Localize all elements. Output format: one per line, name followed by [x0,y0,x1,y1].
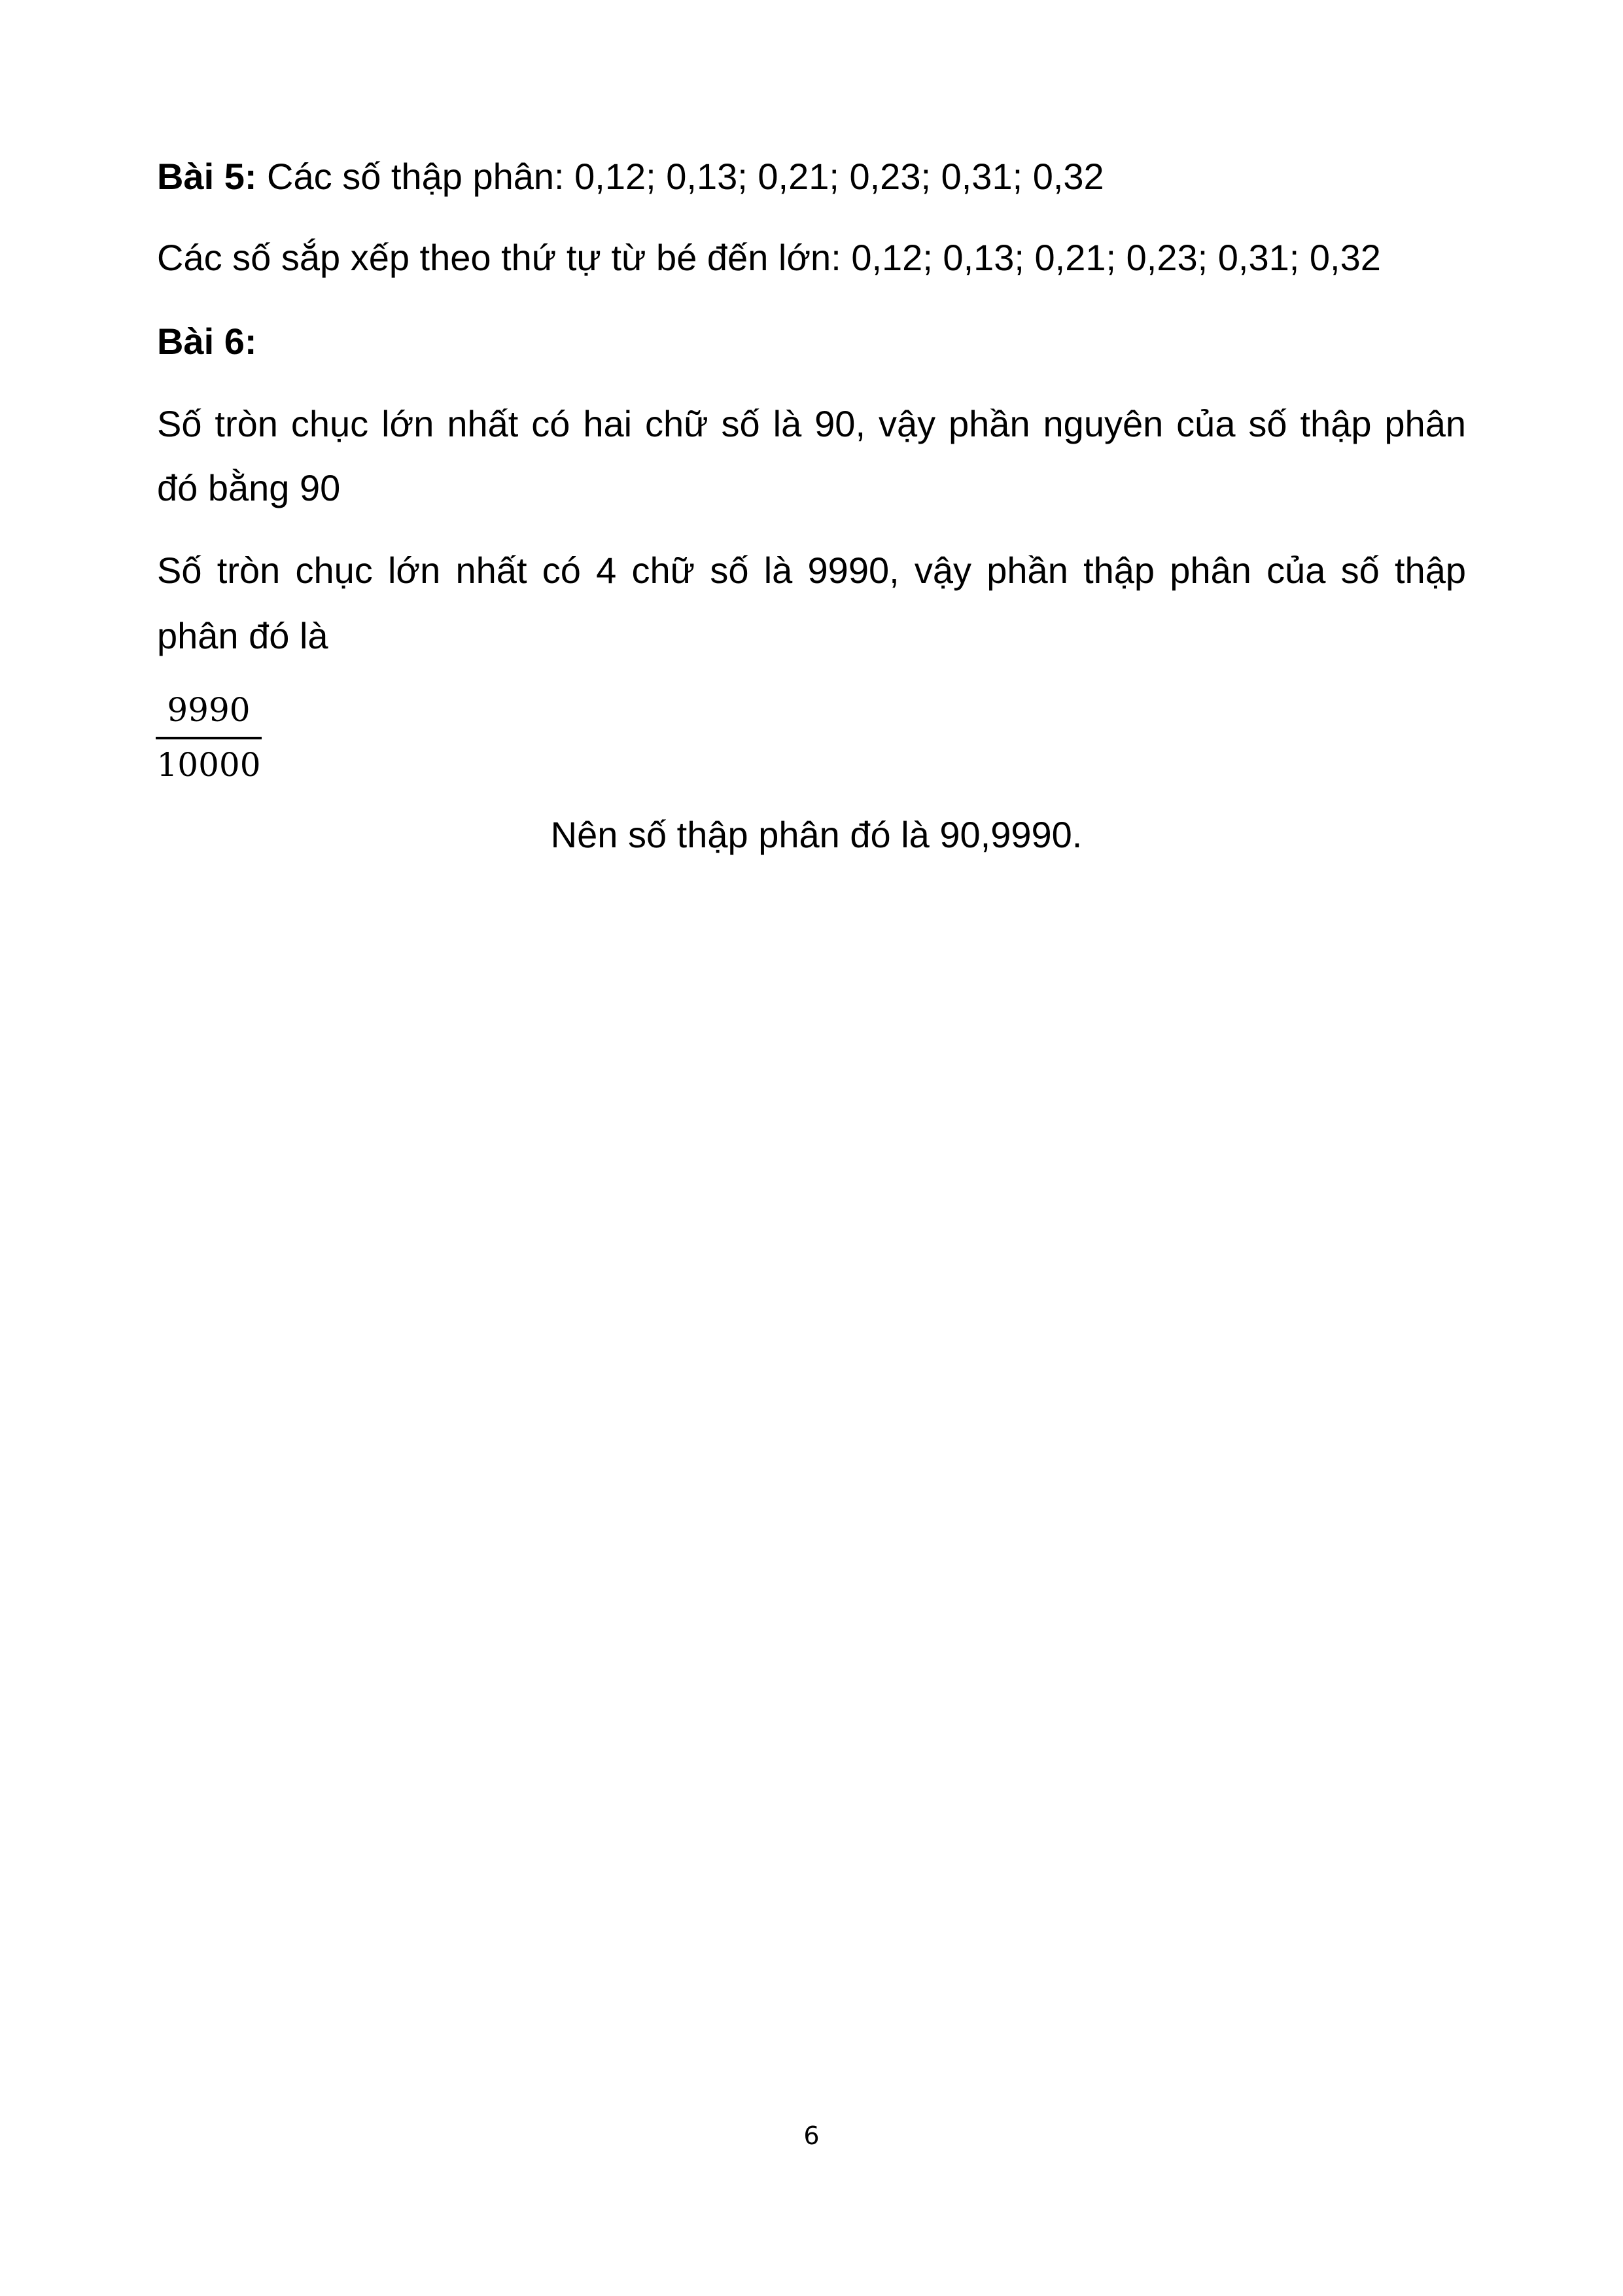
bai5-heading: Bài 5: [157,156,257,197]
bai6-heading: Bài 6: [157,319,257,363]
bai6-paragraph2-line2: phân đó là [157,615,328,656]
bai6-heading-text: Bài 6: [157,321,257,362]
fraction: 9990 10000 [156,694,262,781]
bai6-paragraph1-line2: đó bằng 90 [157,467,341,508]
bai6-paragraph2-line1: Số tròn chục lớn nhất có 4 chữ số là 999… [157,550,1466,591]
page-number: 6 [803,2121,820,2150]
fraction-denominator: 10000 [156,746,261,784]
bai5-sorted-line: Các số sắp xếp theo thứ tự từ bé đến lớn… [157,237,1381,278]
bai5-line: Bài 5: Các số thập phân: 0,12; 0,13; 0,2… [157,154,1104,198]
bai6-paragraph1-line1: Số tròn chục lớn nhất có hai chữ số là 9… [157,403,1466,444]
conclusion-text: Nên số thập phân đó là 90,9990. [550,814,1083,855]
fraction-numerator: 9990 [167,691,251,729]
bai5-text: Các số thập phân: 0,12; 0,13; 0,21; 0,23… [256,156,1104,197]
conclusion-line: Nên số thập phân đó là 90,9990. [0,813,1623,857]
